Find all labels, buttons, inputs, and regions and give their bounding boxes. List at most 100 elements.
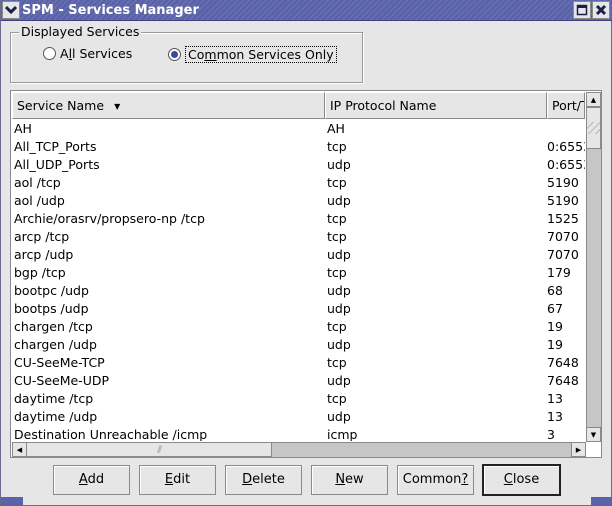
port-cell: 7070	[547, 229, 579, 244]
service-name-cell: Archie/orasrv/propsero-np /tcp	[14, 211, 205, 226]
all-services-radio[interactable]: All Services	[43, 46, 132, 61]
new-button[interactable]: New	[311, 465, 388, 495]
service-name-cell: All_TCP_Ports	[14, 139, 97, 154]
protocol-cell: icmp	[327, 427, 358, 441]
vertical-scrollbar[interactable]: ▲ ▼	[586, 92, 601, 442]
table-row[interactable]: bootpc /udp udp 68	[12, 282, 585, 300]
maximize-button[interactable]	[573, 1, 591, 19]
service-name-cell: bootpc /udp	[14, 283, 89, 298]
table-row[interactable]: chargen /tcp tcp 19	[12, 318, 585, 336]
port-cell: 67	[547, 301, 563, 316]
maximize-icon	[576, 4, 588, 16]
column-header-service-name[interactable]: Service Name ▼	[12, 92, 325, 119]
service-name-cell: arcp /udp	[14, 247, 74, 262]
port-cell: 0:65535	[547, 139, 585, 154]
protocol-cell: udp	[327, 337, 351, 352]
displayed-services-legend: Displayed Services	[19, 24, 142, 40]
port-cell: 68	[547, 283, 563, 298]
table-row[interactable]: Archie/orasrv/propsero-np /tcp tcp 1525	[12, 210, 585, 228]
protocol-cell: udp	[327, 193, 351, 208]
sort-down-icon: ▼	[114, 102, 121, 111]
table-row[interactable]: chargen /udp udp 19	[12, 336, 585, 354]
services-table: Service Name▼ IP Protocol Name Port/Type…	[10, 90, 602, 458]
service-name-cell: daytime /udp	[14, 409, 98, 424]
scroll-up-button[interactable]: ▲	[586, 92, 601, 107]
all-services-label: All Services	[60, 46, 133, 61]
service-name-cell: bgp /tcp	[14, 265, 66, 280]
window-close-button[interactable]	[592, 1, 610, 19]
column-header-port-type[interactable]: Port/Type	[547, 92, 585, 119]
window-resize-corner-left[interactable]	[1, 497, 23, 506]
table-row[interactable]: All_TCP_Ports tcp 0:65535	[12, 138, 585, 156]
window-resize-corner-right[interactable]	[591, 497, 612, 506]
scroll-right-button[interactable]: ▶	[571, 442, 586, 457]
protocol-cell: udp	[327, 373, 351, 388]
port-cell: 13	[547, 409, 563, 424]
service-name-cell: chargen /udp	[14, 337, 97, 352]
horizontal-scrollbar[interactable]: ◀ /// ▶	[12, 442, 586, 457]
table-row[interactable]: CU-SeeMe-UDP udp 7648	[12, 372, 585, 390]
edit-button[interactable]: Edit	[139, 465, 216, 495]
vertical-scroll-thumb[interactable]	[586, 107, 601, 149]
services-manager-window: SPM - Services Manager Displayed Service…	[0, 0, 612, 506]
port-cell: 5190	[547, 193, 579, 208]
table-header: Service Name▼ IP Protocol Name Port/Type	[12, 92, 585, 119]
port-cell: 7648	[547, 373, 579, 388]
table-row[interactable]: arcp /udp udp 7070	[12, 246, 585, 264]
arrow-right-icon: ▶	[575, 445, 582, 454]
protocol-cell: tcp	[327, 229, 347, 244]
service-name-cell: CU-SeeMe-TCP	[14, 355, 105, 370]
horizontal-scroll-thumb[interactable]: ///	[26, 442, 272, 457]
service-name-cell: All_UDP_Ports	[14, 157, 100, 172]
common-toggle-button[interactable]: Common?	[397, 465, 474, 495]
port-cell: 7070	[547, 247, 579, 262]
window-menu-button[interactable]	[2, 1, 20, 19]
port-cell: 1525	[547, 211, 579, 226]
table-row[interactable]: CU-SeeMe-TCP tcp 7648	[12, 354, 585, 372]
protocol-cell: tcp	[327, 139, 347, 154]
table-row[interactable]: aol /tcp tcp 5190	[12, 174, 585, 192]
table-row[interactable]: AH AH	[12, 120, 585, 138]
table-row[interactable]: daytime /udp udp 13	[12, 408, 585, 426]
close-icon	[595, 4, 607, 16]
protocol-cell: udp	[327, 409, 351, 424]
service-name-cell: aol /udp	[14, 193, 65, 208]
radio-checked-icon	[168, 48, 181, 61]
chevron-down-icon	[5, 5, 17, 15]
port-cell: 5190	[547, 175, 579, 190]
table-row[interactable]: arcp /tcp tcp 7070	[12, 228, 585, 246]
common-services-only-radio[interactable]: Common Services Only	[168, 46, 337, 63]
add-button[interactable]: Add	[53, 465, 130, 495]
table-row[interactable]: Destination Unreachable /icmp icmp 3	[12, 426, 585, 441]
arrow-down-icon: ▼	[590, 430, 597, 439]
close-button[interactable]: Close	[482, 464, 561, 496]
table-row[interactable]: All_UDP_Ports udp 0:65535	[12, 156, 585, 174]
arrow-left-icon: ◀	[16, 445, 23, 454]
port-cell: 7648	[547, 355, 579, 370]
scroll-down-button[interactable]: ▼	[586, 427, 601, 442]
port-cell: 19	[547, 319, 563, 334]
port-cell: 19	[547, 337, 563, 352]
common-services-only-label: Common Services Only	[185, 46, 337, 63]
table-row[interactable]: bootps /udp udp 67	[12, 300, 585, 318]
service-name-cell: chargen /tcp	[14, 319, 93, 334]
table-row[interactable]: aol /udp udp 5190	[12, 192, 585, 210]
port-cell: 179	[547, 265, 571, 280]
protocol-cell: tcp	[327, 175, 347, 190]
delete-button[interactable]: Delete	[225, 465, 302, 495]
title-bar[interactable]: SPM - Services Manager	[1, 0, 612, 21]
table-row[interactable]: bgp /tcp tcp 179	[12, 264, 585, 282]
protocol-cell: tcp	[327, 391, 347, 406]
service-name-cell: aol /tcp	[14, 175, 61, 190]
window-title: SPM - Services Manager	[22, 3, 199, 18]
protocol-cell: udp	[327, 247, 351, 262]
scroll-left-button[interactable]: ◀	[12, 442, 27, 457]
table-row[interactable]: daytime /tcp tcp 13	[12, 390, 585, 408]
column-header-ip-protocol-name[interactable]: IP Protocol Name	[325, 92, 547, 119]
port-cell: 3	[547, 427, 555, 441]
radio-unchecked-icon	[43, 47, 56, 60]
port-cell	[547, 120, 585, 138]
protocol-cell: udp	[327, 301, 351, 316]
protocol-cell: udp	[327, 157, 351, 172]
protocol-cell: AH	[327, 121, 345, 136]
